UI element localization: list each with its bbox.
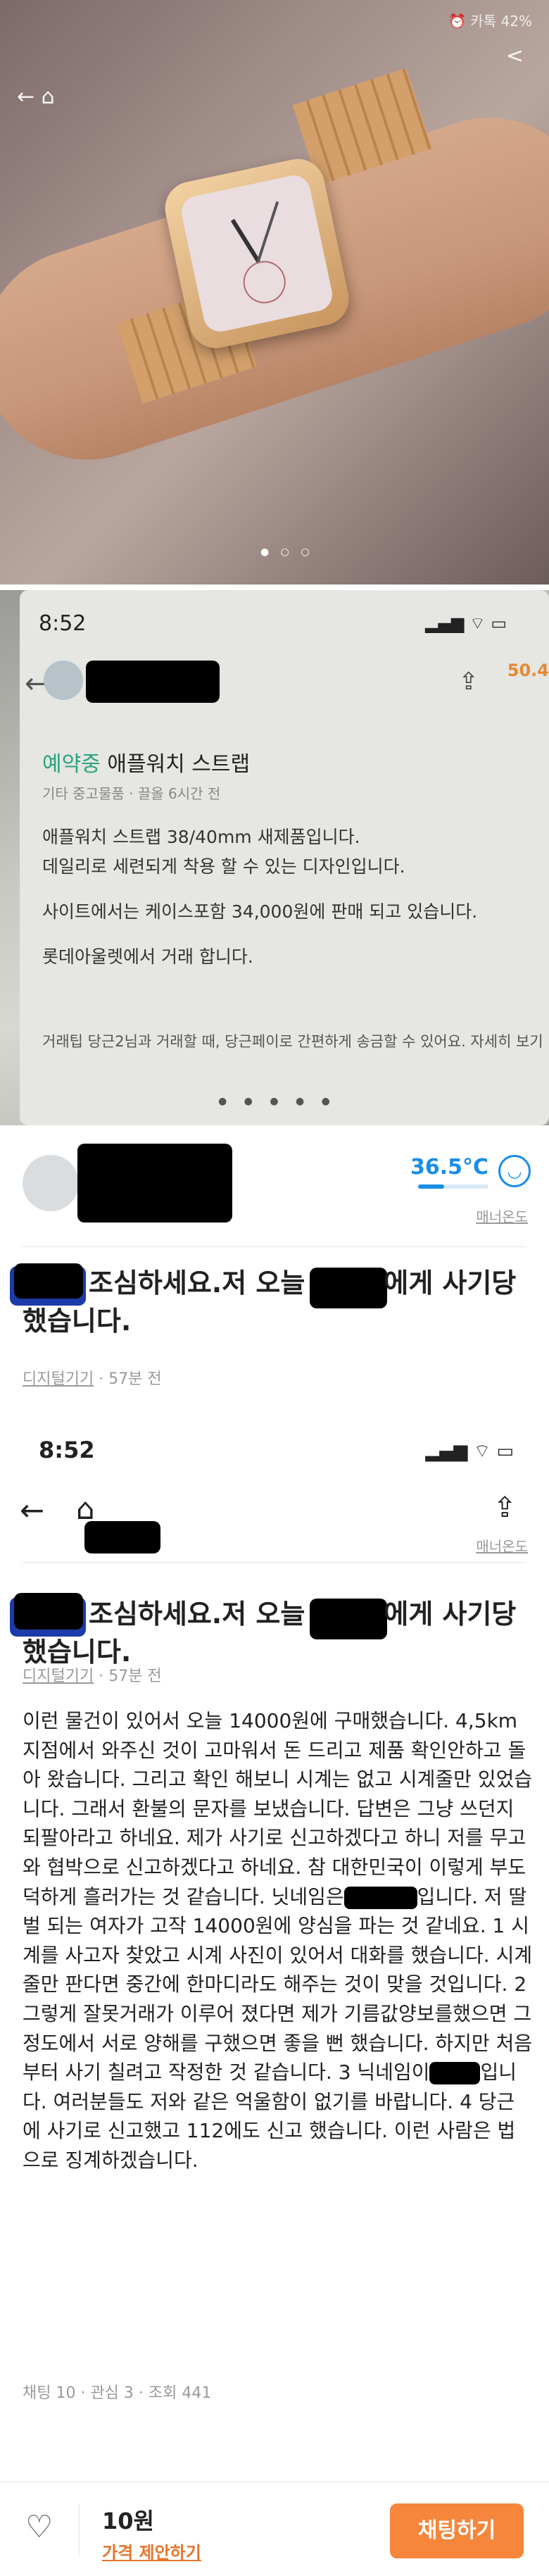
product-photo-1: ⏰ 카톡 42% < ← ⌂ ● ○ ○	[0, 0, 549, 584]
top-nav: ← ⌂ ⇪	[0, 1479, 549, 1542]
desc-line: 사이트에서는 케이스포함 34,000원에 판매 되고 있습니다.	[42, 901, 478, 922]
body-text-2: 입니다. 저 딸벌 되는 여자가 고작 14000원에 양심을 파는 것 같네요…	[23, 1884, 533, 2084]
share-icon[interactable]: ⇪	[493, 1492, 517, 1524]
bottom-action-bar: ♡ 10원 가격 제안하기 채팅하기	[0, 2482, 549, 2576]
desc-line: 데일리로 세련되게 착용 할 수 있는 디자인입니다.	[42, 856, 405, 877]
status-time: 8:52	[39, 611, 87, 636]
photo-status-text: ⏰ 카톡 42%	[448, 13, 532, 30]
post-time: · 57분 전	[99, 1370, 162, 1388]
listing-description: 애플워치 스트랩 38/40mm 새제품입니다. 데일리로 세련되게 착용 할 …	[42, 823, 477, 987]
post-title: 조심하세요.저 오늘 에게 사기당 했습니다.	[23, 1264, 529, 1340]
listing-title-text: 애플워치 스트랩	[107, 752, 251, 777]
back-arrow-icon[interactable]: ←	[20, 1493, 44, 1527]
divider	[23, 1246, 526, 1247]
image-pager-dots: ● ● ● ● ●	[218, 1096, 337, 1107]
category-link[interactable]: 디지털기기	[23, 1370, 94, 1388]
chat-button[interactable]: 채팅하기	[390, 2503, 524, 2558]
body-text-1: 이런 물건이 있어서 오늘 14000원에 구매했습니다. 4,5km지점에서 …	[23, 1709, 533, 1908]
redacted-seller-name	[77, 1144, 232, 1223]
post-title: 조심하세요.저 오늘 에게 사기당 했습니다.	[23, 1595, 529, 1671]
listing-screenshot: 8:52 ▂▄▆ ⌔ ▭ ← ⇪ 50.4 예약중 애플워치 스트랩 기타 중고…	[0, 590, 549, 1125]
category-link[interactable]: 디지털기기	[23, 1668, 94, 1685]
share-icon[interactable]: ⇪	[459, 668, 479, 696]
manner-temp-label[interactable]: 매너온도	[476, 1535, 528, 1556]
listing-meta: 기타 중고물품 · 끌올 6시간 전	[42, 785, 221, 802]
post-meta: 디지털기기 · 57분 전	[23, 1663, 162, 1686]
avatar[interactable]	[23, 1155, 79, 1211]
post-body: 이런 물건이 있어서 오늘 14000원에 구매했습니다. 4,5km지점에서 …	[23, 1706, 533, 2175]
redacted-name	[84, 1521, 160, 1553]
divider	[79, 2503, 80, 2556]
post-title-part2: 에게 사기당	[384, 1268, 517, 1299]
seller-avatar	[44, 661, 83, 700]
redacted-nickname	[86, 661, 220, 703]
negotiate-price-link[interactable]: 가격 제안하기	[102, 2539, 201, 2563]
smile-face-icon: ◡	[498, 1155, 531, 1187]
share-icon[interactable]: <	[506, 44, 524, 68]
manner-temp-partial: 50.4	[507, 661, 549, 680]
redacted-nickname-inline	[343, 1886, 417, 1909]
desc-line: 애플워치 스트랩 38/40mm 새제품입니다.	[42, 827, 360, 847]
post-title-part1: 조심하세요.저 오늘	[89, 1268, 305, 1299]
heart-icon[interactable]: ♡	[25, 2509, 53, 2545]
manner-temperature: 36.5°C	[410, 1155, 488, 1180]
manner-temp-label[interactable]: 매너온도	[476, 1206, 528, 1226]
reserved-badge: 예약중	[42, 752, 101, 777]
seller-profile[interactable]: 36.5°C ◡ 매너온도	[0, 1127, 549, 1239]
divider	[23, 1562, 526, 1563]
redacted-nickname-inline	[429, 2062, 481, 2085]
trade-tip[interactable]: 거래팁 당근2님과 거래할 때, 당근페이로 간편하게 송금할 수 있어요. 자…	[42, 1030, 549, 1053]
post-time: · 57분 전	[99, 1668, 162, 1685]
price: 10원	[102, 2508, 154, 2534]
post-title-part1: 조심하세요.저 오늘	[89, 1599, 305, 1630]
status-icons: ▂▄▆ ⌔ ▭	[425, 1441, 514, 1462]
watch-face	[178, 172, 336, 335]
status-bar: 8:52 ▂▄▆ ⌔ ▭	[0, 1430, 549, 1479]
status-icons: ▂▄▆ ⌔ ▭	[425, 613, 507, 633]
post-title-part2: 에게 사기당	[384, 1599, 517, 1630]
post-meta: 디지털기기 · 57분 전	[23, 1366, 162, 1389]
back-arrow-icon[interactable]: ← ⌂	[17, 85, 55, 109]
temperature-bar-fill	[418, 1184, 444, 1189]
listing-title: 예약중 애플워치 스트랩	[42, 746, 250, 777]
image-pager-dots: ● ○ ○	[260, 546, 314, 558]
watch-image	[160, 154, 354, 354]
post-stats: 채팅 10 · 관심 3 · 조회 441	[23, 2384, 212, 2402]
temperature-bar	[418, 1184, 488, 1189]
status-time: 8:52	[39, 1437, 95, 1463]
post-title-line2: 했습니다.	[23, 1306, 132, 1337]
desc-line: 롯데아울렛에서 거래 합니다.	[42, 946, 253, 967]
